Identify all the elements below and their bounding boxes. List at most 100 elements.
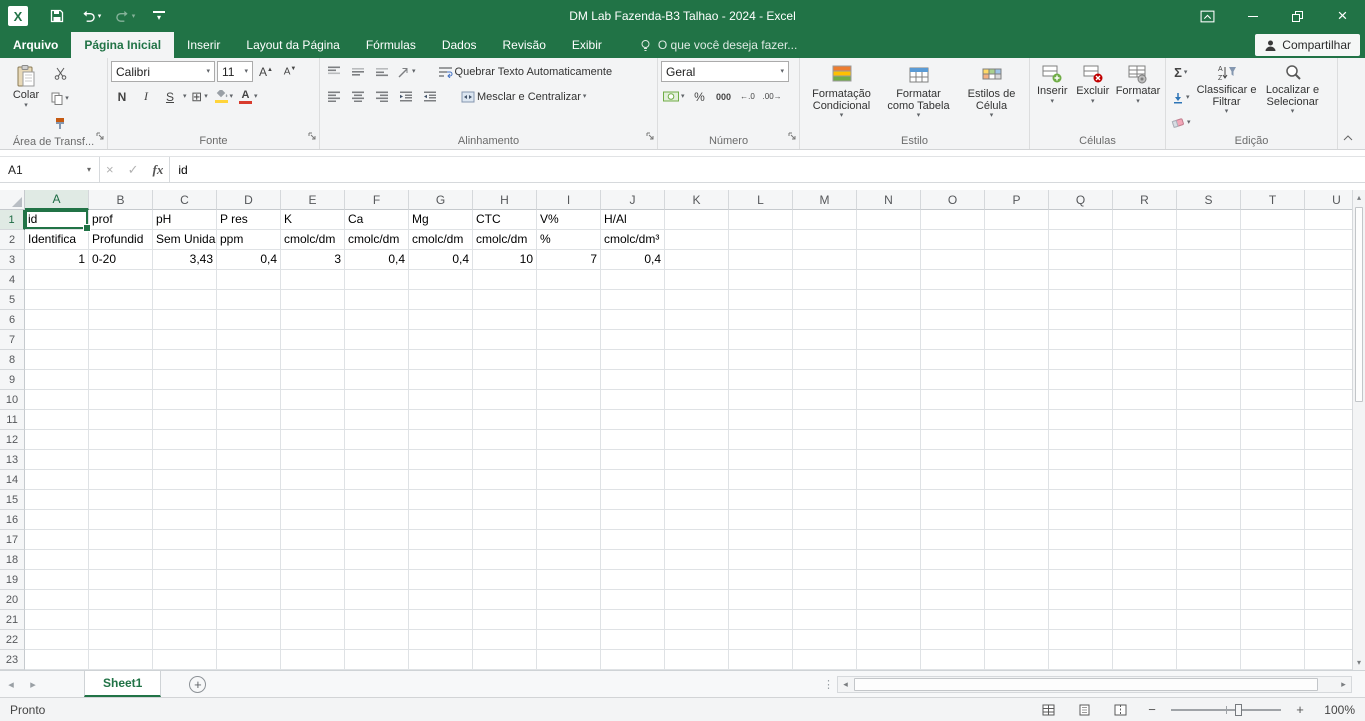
- decrease-decimal-button[interactable]: .00→: [761, 86, 784, 107]
- cell-Q14[interactable]: [1049, 470, 1113, 490]
- close-button[interactable]: ×: [1320, 0, 1365, 32]
- cell-M15[interactable]: [793, 490, 857, 510]
- cell-I14[interactable]: [537, 470, 601, 490]
- scroll-down-icon[interactable]: ▾: [1353, 655, 1365, 670]
- cell-J7[interactable]: [601, 330, 665, 350]
- cell-J9[interactable]: [601, 370, 665, 390]
- row-header-14[interactable]: 14: [0, 470, 25, 490]
- underline-button[interactable]: S: [159, 86, 181, 107]
- cell-B23[interactable]: [89, 650, 153, 670]
- cell-N20[interactable]: [857, 590, 921, 610]
- cell-E4[interactable]: [281, 270, 345, 290]
- cell-P18[interactable]: [985, 550, 1049, 570]
- cell-D4[interactable]: [217, 270, 281, 290]
- cell-U5[interactable]: [1305, 290, 1352, 310]
- cell-C7[interactable]: [153, 330, 217, 350]
- cell-G8[interactable]: [409, 350, 473, 370]
- cell-G9[interactable]: [409, 370, 473, 390]
- cell-C4[interactable]: [153, 270, 217, 290]
- cell-P15[interactable]: [985, 490, 1049, 510]
- cell-E3[interactable]: 3: [281, 250, 345, 270]
- cell-B6[interactable]: [89, 310, 153, 330]
- cell-D17[interactable]: [217, 530, 281, 550]
- row-header-16[interactable]: 16: [0, 510, 25, 530]
- format-painter-button[interactable]: [49, 113, 71, 134]
- column-header-S[interactable]: S: [1177, 190, 1241, 210]
- cell-F14[interactable]: [345, 470, 409, 490]
- cell-L7[interactable]: [729, 330, 793, 350]
- cell-A17[interactable]: [25, 530, 89, 550]
- cell-U7[interactable]: [1305, 330, 1352, 350]
- cell-E23[interactable]: [281, 650, 345, 670]
- cell-C18[interactable]: [153, 550, 217, 570]
- cell-S17[interactable]: [1177, 530, 1241, 550]
- align-bottom-button[interactable]: [371, 61, 393, 82]
- cell-R5[interactable]: [1113, 290, 1177, 310]
- row-header-19[interactable]: 19: [0, 570, 25, 590]
- tell-me-box[interactable]: O que você deseja fazer...: [639, 32, 797, 58]
- cell-U8[interactable]: [1305, 350, 1352, 370]
- cell-L17[interactable]: [729, 530, 793, 550]
- name-box-arrow-icon[interactable]: ▾: [87, 165, 91, 174]
- cell-C20[interactable]: [153, 590, 217, 610]
- cell-D10[interactable]: [217, 390, 281, 410]
- cell-L20[interactable]: [729, 590, 793, 610]
- number-format-combo[interactable]: Geral ▾: [661, 61, 789, 82]
- cell-I8[interactable]: [537, 350, 601, 370]
- row-header-23[interactable]: 23: [0, 650, 25, 670]
- horizontal-scroll-track[interactable]: [853, 677, 1336, 692]
- cell-C13[interactable]: [153, 450, 217, 470]
- column-header-I[interactable]: I: [537, 190, 601, 210]
- share-button[interactable]: Compartilhar: [1255, 34, 1360, 56]
- cell-O18[interactable]: [921, 550, 985, 570]
- cell-M7[interactable]: [793, 330, 857, 350]
- tab-formulas[interactable]: Fórmulas: [353, 32, 429, 58]
- cell-R10[interactable]: [1113, 390, 1177, 410]
- cell-T14[interactable]: [1241, 470, 1305, 490]
- new-sheet-button[interactable]: +: [189, 675, 207, 693]
- column-header-N[interactable]: N: [857, 190, 921, 210]
- tab-inserir[interactable]: Inserir: [174, 32, 233, 58]
- cell-Q11[interactable]: [1049, 410, 1113, 430]
- cell-K21[interactable]: [665, 610, 729, 630]
- decrease-indent-button[interactable]: [395, 86, 417, 107]
- cell-O17[interactable]: [921, 530, 985, 550]
- cell-N13[interactable]: [857, 450, 921, 470]
- cell-K22[interactable]: [665, 630, 729, 650]
- cell-A2[interactable]: Identifica: [25, 230, 89, 250]
- row-header-7[interactable]: 7: [0, 330, 25, 350]
- formula-input[interactable]: id: [170, 157, 1365, 182]
- cell-P13[interactable]: [985, 450, 1049, 470]
- cell-L12[interactable]: [729, 430, 793, 450]
- cell-D19[interactable]: [217, 570, 281, 590]
- column-header-T[interactable]: T: [1241, 190, 1305, 210]
- cell-G17[interactable]: [409, 530, 473, 550]
- cell-I21[interactable]: [537, 610, 601, 630]
- cell-P5[interactable]: [985, 290, 1049, 310]
- cell-P12[interactable]: [985, 430, 1049, 450]
- cell-H22[interactable]: [473, 630, 537, 650]
- cell-P7[interactable]: [985, 330, 1049, 350]
- cell-L21[interactable]: [729, 610, 793, 630]
- cell-U2[interactable]: [1305, 230, 1352, 250]
- cell-S10[interactable]: [1177, 390, 1241, 410]
- cell-F21[interactable]: [345, 610, 409, 630]
- cell-H17[interactable]: [473, 530, 537, 550]
- cell-M12[interactable]: [793, 430, 857, 450]
- cell-C16[interactable]: [153, 510, 217, 530]
- row-header-4[interactable]: 4: [0, 270, 25, 290]
- cell-A9[interactable]: [25, 370, 89, 390]
- cell-O1[interactable]: [921, 210, 985, 230]
- cell-L22[interactable]: [729, 630, 793, 650]
- cell-U23[interactable]: [1305, 650, 1352, 670]
- cell-O13[interactable]: [921, 450, 985, 470]
- cell-I13[interactable]: [537, 450, 601, 470]
- cell-I4[interactable]: [537, 270, 601, 290]
- cell-E10[interactable]: [281, 390, 345, 410]
- zoom-level[interactable]: 100%: [1319, 703, 1355, 717]
- cell-I9[interactable]: [537, 370, 601, 390]
- cell-M13[interactable]: [793, 450, 857, 470]
- cell-H3[interactable]: 10: [473, 250, 537, 270]
- cell-L18[interactable]: [729, 550, 793, 570]
- column-header-D[interactable]: D: [217, 190, 281, 210]
